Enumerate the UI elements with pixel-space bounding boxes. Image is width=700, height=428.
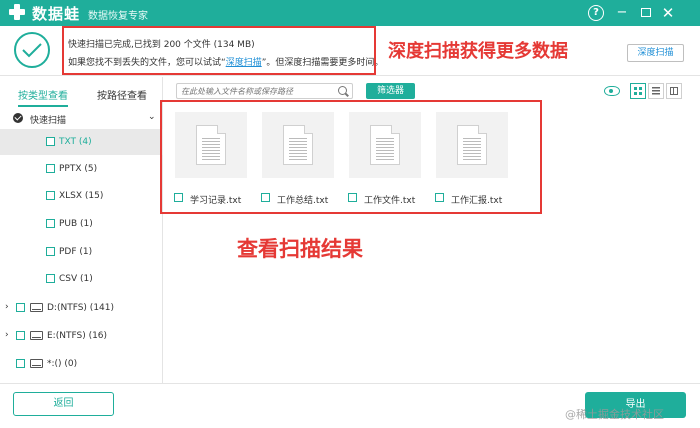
checkbox[interactable]: [46, 247, 55, 256]
app-name: 数据蛙: [32, 5, 81, 23]
checkbox[interactable]: [46, 164, 55, 173]
filetype-item-pdf[interactable]: PDF (1): [0, 239, 163, 265]
annotation-box-scan-info: [62, 26, 376, 75]
filetype-label: PPTX (5): [59, 164, 98, 174]
sidebar: 按类型查看 按路径查看 快速扫描 ⌄ TXT (4) PPTX (5) XLSX…: [0, 77, 163, 383]
back-button[interactable]: 返回: [13, 392, 114, 416]
list-view-button[interactable]: [648, 83, 664, 99]
watermark: @稀土掘金技术社区: [565, 408, 664, 421]
annotation-deep-scan: 深度扫描获得更多数据: [388, 41, 568, 62]
list-icon: [652, 87, 660, 95]
filetype-label: TXT (4): [59, 137, 92, 147]
filter-button[interactable]: 筛选器: [366, 83, 415, 99]
drive-icon: [30, 331, 43, 340]
filetype-label: XLSX (15): [59, 191, 104, 201]
drive-item-e[interactable]: › E:(NTFS) (16): [0, 323, 163, 349]
filetype-item-pub[interactable]: PUB (1): [0, 211, 163, 237]
maximize-icon: [641, 8, 651, 17]
title-bar: 数据蛙 数据恢复专家 ? − ✕: [0, 0, 700, 26]
tab-by-path[interactable]: 按路径查看: [97, 87, 147, 102]
detail-view-button[interactable]: [666, 83, 682, 99]
filetype-item-txt[interactable]: TXT (4): [0, 129, 163, 155]
close-button[interactable]: ✕: [660, 5, 676, 21]
drive-icon: [30, 359, 43, 368]
drive-item-d[interactable]: › D:(NTFS) (141): [0, 295, 163, 321]
footer: 返回 导出 @稀土掘金技术社区: [0, 383, 700, 428]
maximize-button[interactable]: [638, 5, 654, 21]
chevron-right-icon[interactable]: ›: [5, 330, 9, 340]
chevron-down-icon[interactable]: ⌄: [148, 112, 156, 122]
checkbox[interactable]: [16, 331, 25, 340]
scan-complete-check-icon: [14, 32, 50, 68]
filetype-label: PDF (1): [59, 247, 93, 257]
search-input[interactable]: [181, 85, 331, 97]
drive-label: *:() (0): [47, 359, 78, 369]
drive-label: E:(NTFS) (16): [47, 331, 108, 341]
detail-icon: [670, 87, 678, 95]
grid-view-button[interactable]: [630, 83, 646, 99]
chevron-right-icon[interactable]: ›: [5, 302, 9, 312]
annotation-box-results: [160, 100, 542, 214]
quick-scan-label: 快速扫描: [30, 116, 67, 126]
checked-circle-icon: [13, 113, 23, 123]
search-box[interactable]: [176, 83, 353, 99]
filetype-item-pptx[interactable]: PPTX (5): [0, 156, 163, 182]
drive-icon: [30, 303, 43, 312]
filetype-item-csv[interactable]: CSV (1): [0, 266, 163, 292]
checkbox[interactable]: [16, 359, 25, 368]
checkbox[interactable]: [46, 191, 55, 200]
grid-icon: [634, 87, 642, 95]
checkbox[interactable]: [46, 274, 55, 283]
checkbox[interactable]: [16, 303, 25, 312]
drive-label: D:(NTFS) (141): [47, 303, 115, 313]
annotation-view-results: 查看扫描结果: [237, 237, 363, 261]
filetype-label: PUB (1): [59, 219, 93, 229]
tab-by-type[interactable]: 按类型查看: [18, 87, 68, 107]
help-button[interactable]: ?: [588, 5, 604, 21]
filetype-item-xlsx[interactable]: XLSX (15): [0, 183, 163, 209]
drive-item-unknown[interactable]: *:() (0): [0, 351, 163, 377]
quick-scan-node[interactable]: 快速扫描 ⌄: [0, 105, 163, 131]
filetype-label: CSV (1): [59, 274, 93, 284]
checkbox[interactable]: [46, 219, 55, 228]
minimize-button[interactable]: −: [614, 5, 630, 21]
checkbox[interactable]: [46, 137, 55, 146]
app-logo-icon: [8, 3, 26, 21]
preview-eye-icon[interactable]: [604, 86, 620, 96]
app-subtitle: 数据恢复专家: [88, 11, 148, 22]
search-icon[interactable]: [338, 86, 347, 95]
deep-scan-button[interactable]: 深度扫描: [627, 44, 684, 62]
